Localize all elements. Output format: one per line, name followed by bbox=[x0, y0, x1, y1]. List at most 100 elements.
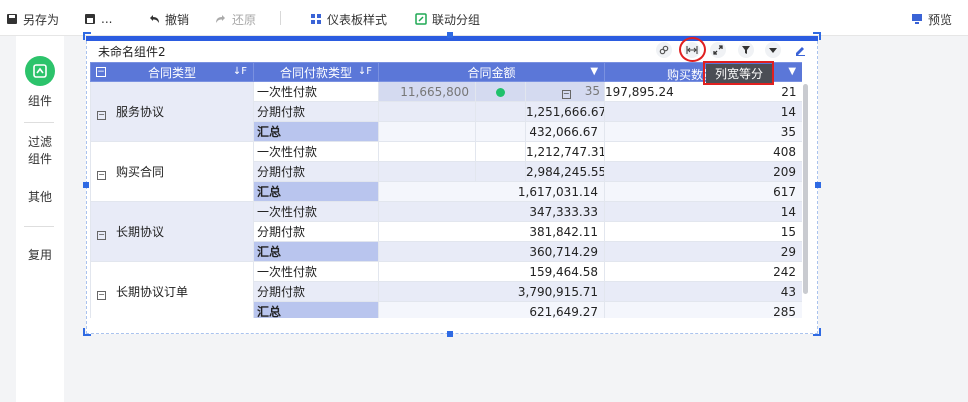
collapse-icon[interactable]: − bbox=[561, 90, 571, 99]
header-amount[interactable]: 合同金额 ▼ bbox=[377, 62, 606, 82]
amount-value: 432,066.67 bbox=[524, 121, 606, 142]
sort-icon[interactable]: ↓F bbox=[358, 66, 372, 77]
resize-handle-left[interactable] bbox=[83, 182, 89, 188]
undo-label: 撤销 bbox=[165, 12, 190, 27]
dashboard-style-label: 仪表板样式 bbox=[327, 12, 388, 27]
group-label: 长期协议订单 bbox=[116, 285, 189, 299]
qty-value: 14 bbox=[604, 201, 802, 222]
save-as-button[interactable]: 另存为 bbox=[6, 10, 59, 28]
amount-value: 1,251,666.67 bbox=[524, 101, 606, 122]
component-sidebar: 组件 过滤 组件 其他 复用 bbox=[16, 36, 64, 402]
highlight-value-cell[interactable]: 11,665,800 bbox=[378, 81, 476, 102]
save-icon bbox=[7, 14, 17, 24]
preview-label: 预览 bbox=[928, 12, 953, 27]
payment-type-cell: 一次性付款 bbox=[253, 81, 379, 102]
link-group-button[interactable]: 联动分组 bbox=[415, 10, 480, 28]
export-button[interactable]: ... bbox=[84, 10, 112, 28]
resize-handle-top[interactable] bbox=[447, 32, 453, 38]
table-header-row: − 合同类型 ↓F 合同付款类型 ↓F 合同金额 ▼ 购买数量 ▼ bbox=[90, 62, 802, 82]
summary-label: 汇总 bbox=[253, 121, 379, 142]
group-cell[interactable]: − 服务协议 bbox=[90, 81, 254, 142]
amount-value: 3,790,915.71 bbox=[377, 281, 606, 302]
resize-corner-br[interactable] bbox=[813, 328, 821, 336]
amount-value: 381,842.11 bbox=[377, 221, 606, 242]
summary-label: 汇总 bbox=[253, 241, 379, 262]
sidebar-item-reuse[interactable]: 复用 bbox=[16, 247, 64, 264]
header-payment-type[interactable]: 合同付款类型 ↓F bbox=[253, 62, 379, 82]
toolbar-divider bbox=[280, 11, 281, 25]
sidebar-item-components[interactable]: 组件 bbox=[16, 93, 64, 110]
resize-handle-bottom[interactable] bbox=[447, 331, 453, 337]
header-contract-type[interactable]: − 合同类型 ↓F bbox=[90, 62, 254, 82]
payment-type-cell: 一次性付款 bbox=[253, 201, 379, 222]
dropdown-icon[interactable] bbox=[765, 42, 781, 58]
collapse-icon[interactable]: − bbox=[97, 171, 106, 180]
status-dot-cell bbox=[475, 81, 526, 102]
group-label: 购买合同 bbox=[116, 165, 165, 179]
link-icon[interactable] bbox=[656, 42, 672, 58]
amount-value: 197,895.24 bbox=[605, 84, 674, 99]
redo-button[interactable]: 还原 bbox=[215, 10, 256, 28]
highlight-count: 35 bbox=[584, 84, 601, 98]
qty-value: 35 bbox=[604, 121, 802, 142]
left-gutter bbox=[0, 36, 16, 402]
table-row: − 长期协议 一次性付款 347,333.33 14 bbox=[90, 201, 802, 262]
group-label: 长期协议 bbox=[116, 225, 165, 239]
collapse-icon[interactable]: − bbox=[97, 231, 106, 240]
highlight-circle bbox=[679, 37, 706, 62]
amount-value: 347,333.33 bbox=[377, 201, 606, 222]
export-icon bbox=[85, 14, 95, 24]
component-logo-icon[interactable] bbox=[25, 56, 55, 86]
sort-icon[interactable]: ↓F bbox=[233, 66, 247, 77]
highlight-count-cell[interactable]: − 35 bbox=[524, 81, 606, 102]
payment-type-cell: 分期付款 bbox=[253, 101, 379, 122]
collapse-icon[interactable]: − bbox=[97, 291, 106, 300]
amount-value: 2,984,245.55 bbox=[524, 161, 606, 182]
filter-icon[interactable] bbox=[738, 42, 754, 58]
vertical-scrollbar[interactable] bbox=[803, 84, 808, 294]
qty-value: 242 bbox=[604, 261, 802, 282]
header-label: 合同金额 bbox=[467, 65, 516, 80]
dashboard-style-icon bbox=[311, 14, 321, 24]
payment-type-cell: 一次性付款 bbox=[253, 261, 379, 282]
undo-button[interactable]: 撤销 bbox=[148, 10, 189, 28]
resize-corner-bl[interactable] bbox=[83, 328, 91, 336]
collapse-all-icon[interactable]: − bbox=[96, 67, 106, 77]
pivot-table: − 合同类型 ↓F 合同付款类型 ↓F 合同金额 ▼ 购买数量 ▼ − 服务协议… bbox=[90, 62, 802, 318]
sidebar-item-other[interactable]: 其他 bbox=[16, 189, 64, 206]
sidebar-item-filter[interactable]: 过滤 组件 bbox=[16, 134, 64, 168]
top-toolbar: 另存为 ... 撤销 还原 仪表板样式 联动分组 预览 bbox=[0, 0, 968, 36]
link-group-icon bbox=[415, 13, 427, 25]
amount-value: 621,649.27 bbox=[377, 301, 606, 318]
sidebar-divider bbox=[24, 122, 54, 123]
payment-type-cell: 分期付款 bbox=[253, 221, 379, 242]
amount-value: 360,714.29 bbox=[377, 241, 606, 262]
expand-icon[interactable] bbox=[710, 42, 726, 58]
group-label: 服务协议 bbox=[116, 105, 165, 119]
group-cell[interactable]: − 购买合同 bbox=[90, 141, 254, 202]
undo-icon bbox=[150, 15, 159, 23]
payment-type-cell: 一次性付款 bbox=[253, 141, 379, 162]
dropdown-icon[interactable]: ▼ bbox=[590, 66, 598, 77]
edit-icon[interactable] bbox=[792, 42, 808, 58]
header-label: 合同付款类型 bbox=[279, 65, 352, 80]
summary-label: 汇总 bbox=[253, 301, 379, 318]
group-cell[interactable]: − 长期协议 bbox=[90, 201, 254, 262]
resize-handle-right[interactable] bbox=[815, 182, 821, 188]
amount-value: 1,212,747.31 bbox=[524, 141, 606, 162]
dashboard-style-button[interactable]: 仪表板样式 bbox=[310, 10, 387, 28]
amount-value: 1,617,031.14 bbox=[377, 181, 606, 202]
monitor-icon bbox=[912, 14, 922, 24]
resize-corner-tl[interactable] bbox=[83, 32, 91, 40]
table-row: − 长期协议订单 一次性付款 159,464.58 242 bbox=[90, 261, 802, 318]
qty-value: 29 bbox=[604, 241, 802, 262]
save-as-label: 另存为 bbox=[23, 12, 60, 27]
payment-type-cell: 分期付款 bbox=[253, 281, 379, 302]
preview-button[interactable]: 预览 bbox=[911, 10, 952, 28]
dropdown-icon[interactable]: ▼ bbox=[788, 66, 796, 77]
resize-corner-tr[interactable] bbox=[813, 32, 821, 40]
collapse-icon[interactable]: − bbox=[97, 111, 106, 120]
qty-value: 617 bbox=[604, 181, 802, 202]
widget-title[interactable]: 未命名组件2 bbox=[98, 43, 166, 60]
group-cell[interactable]: − 长期协议订单 bbox=[90, 261, 254, 318]
